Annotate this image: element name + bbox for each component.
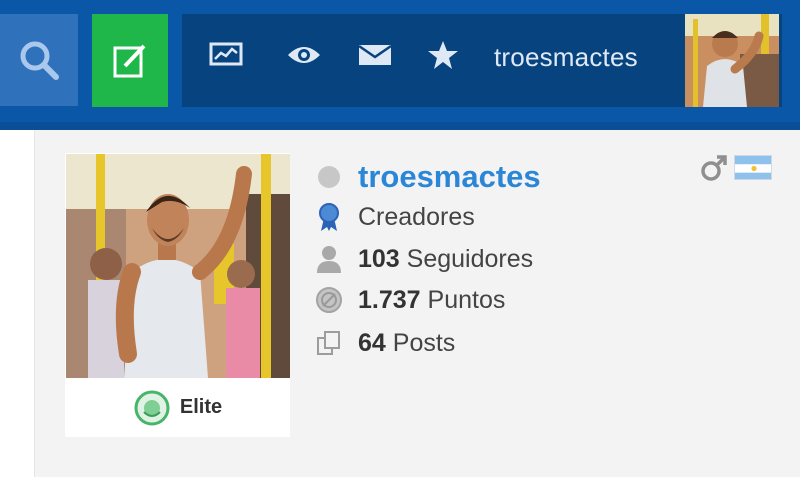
- followers-label: Seguidores: [406, 244, 534, 273]
- elite-rank-icon: [134, 390, 170, 425]
- star-icon: [428, 41, 458, 69]
- posts-row: 64 Posts: [314, 328, 455, 358]
- posts-label: Posts: [392, 328, 456, 357]
- male-gender-icon: [701, 155, 727, 181]
- top-bar-divider: [0, 122, 800, 130]
- points-icon: [314, 285, 344, 315]
- group-row: Creadores: [314, 202, 475, 232]
- mail-icon: [358, 44, 392, 65]
- rank-badge: Elite: [66, 378, 290, 437]
- user-icon: [314, 244, 344, 274]
- followers-row: 103 Seguidores: [314, 244, 533, 274]
- nav-avatar[interactable]: [685, 14, 779, 107]
- group-name[interactable]: Creadores: [358, 203, 475, 232]
- followers-count: 103: [358, 244, 400, 273]
- points-stat: 1.737 Puntos: [358, 286, 505, 315]
- nav-username[interactable]: troesmactes: [494, 42, 638, 73]
- argentina-flag-icon[interactable]: [734, 155, 772, 180]
- posts-count: 64: [358, 328, 386, 357]
- points-row: 1.737 Puntos: [314, 285, 505, 315]
- eye-icon: [288, 47, 320, 63]
- monitored-button[interactable]: [286, 40, 322, 70]
- stats-button[interactable]: [208, 40, 244, 70]
- award-ribbon-icon: [314, 202, 344, 232]
- stats-icon: [209, 42, 243, 66]
- messages-button[interactable]: [357, 40, 393, 70]
- username-row: troesmactes: [314, 159, 541, 195]
- profile-photo[interactable]: [66, 154, 290, 378]
- rank-label: Elite: [179, 396, 223, 418]
- favorites-button[interactable]: [425, 40, 461, 70]
- search-icon: [20, 41, 59, 80]
- profile-username[interactable]: troesmactes: [358, 159, 541, 195]
- points-label: Puntos: [427, 285, 506, 314]
- new-post-icon: [113, 44, 146, 77]
- posts-icon: [314, 328, 344, 358]
- points-count: 1.737: [358, 285, 421, 314]
- posts-stat[interactable]: 64 Posts: [358, 329, 455, 358]
- search-button[interactable]: [0, 14, 78, 106]
- status-icon: [314, 162, 344, 192]
- followers-stat: 103 Seguidores: [358, 245, 533, 274]
- new-post-button[interactable]: [92, 14, 168, 107]
